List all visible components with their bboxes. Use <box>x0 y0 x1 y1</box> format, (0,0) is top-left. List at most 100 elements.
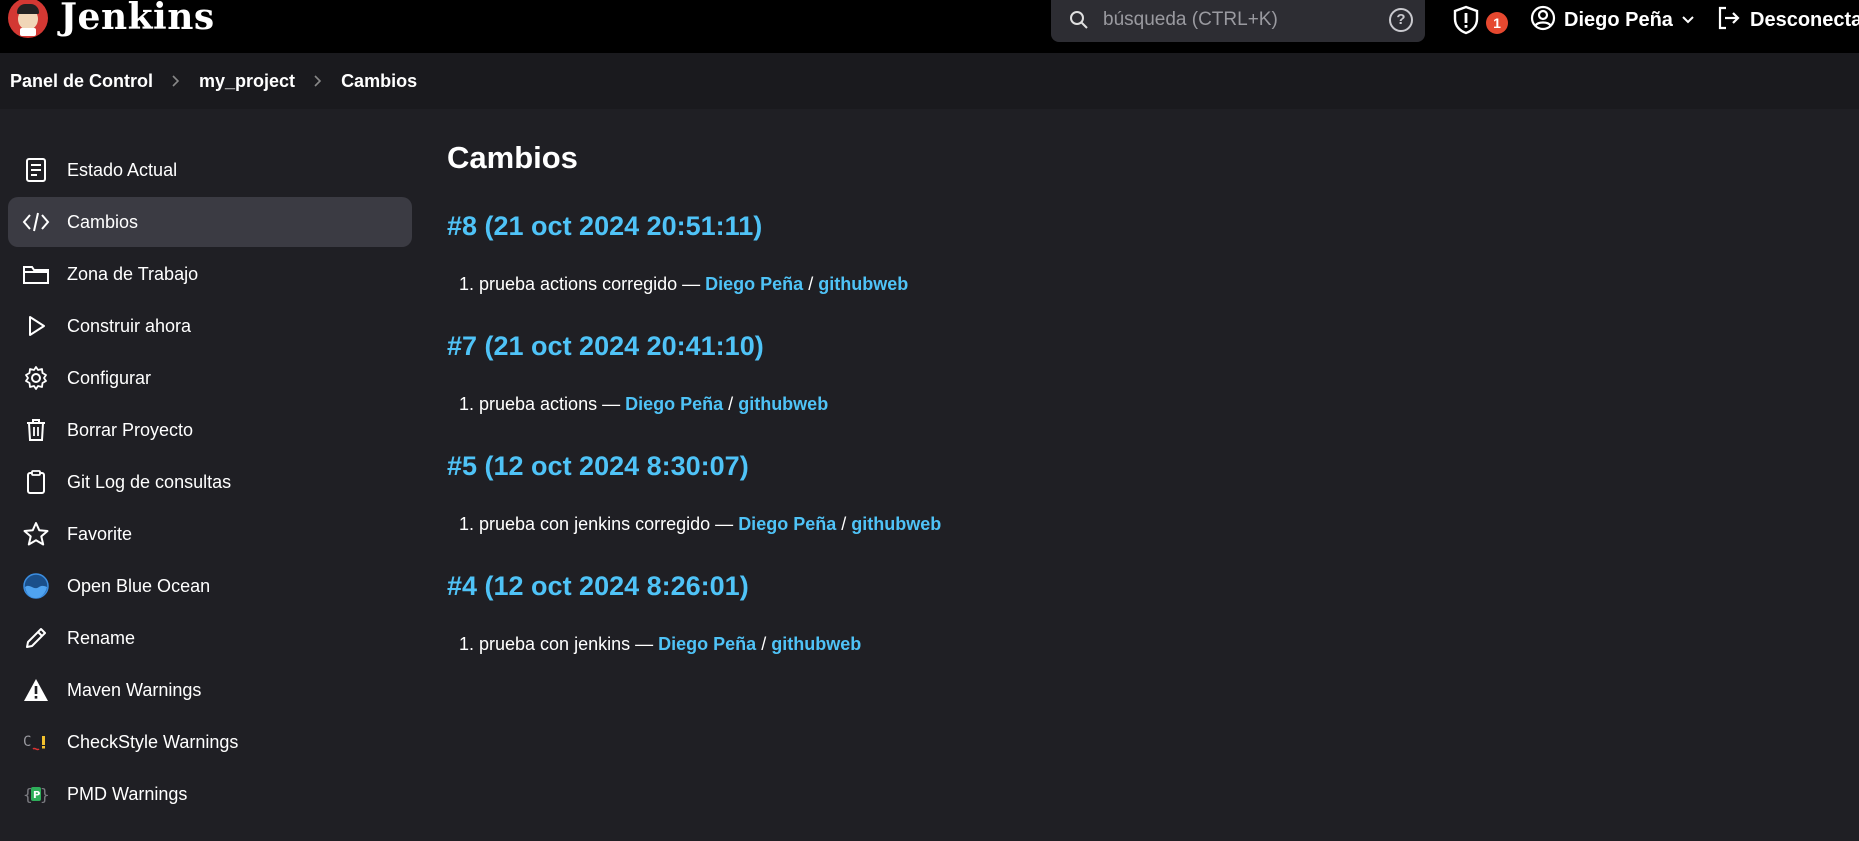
sidebar-item-label: Construir ahora <box>67 315 192 336</box>
separator: — <box>682 274 701 294</box>
main-content: Cambios #8 (21 oct 2024 20:51:11) prueba… <box>447 140 1807 686</box>
folder-icon <box>22 260 50 288</box>
commit-message: prueba actions corregido <box>479 274 678 294</box>
sidebar-item-label: Configurar <box>67 367 152 388</box>
chevron-right-icon <box>313 74 323 88</box>
slash: / <box>808 274 814 294</box>
change-list: prueba con jenkins — Diego Peña / github… <box>447 632 1807 656</box>
pencil-icon <box>22 624 50 652</box>
sidebar-item-build-now[interactable]: Construir ahora <box>8 301 412 351</box>
sidebar-item-workspace[interactable]: Zona de Trabajo <box>8 249 412 299</box>
jenkins-logo-icon <box>8 0 48 38</box>
jenkins-home-link[interactable]: Jenkins <box>8 0 215 53</box>
star-icon <box>22 520 50 548</box>
security-count-badge: 1 <box>1486 11 1508 34</box>
breadcrumb-dashboard[interactable]: Panel de Control <box>10 71 153 92</box>
sidebar-item-changes[interactable]: Cambios <box>8 197 412 247</box>
blue-ocean-icon <box>22 572 50 600</box>
search-input[interactable] <box>1101 6 1375 34</box>
sidebar-item-label: Zona de Trabajo <box>67 263 199 284</box>
sidebar-item-label: Favorite <box>67 523 133 544</box>
pmd-icon: {} P <box>22 780 50 808</box>
sidebar-item-blue-ocean[interactable]: Open Blue Ocean <box>8 561 412 611</box>
svg-text:C: C <box>23 734 31 750</box>
slash: / <box>728 394 734 414</box>
clipboard-icon <box>22 468 50 496</box>
author-link[interactable]: Diego Peña <box>625 394 723 414</box>
checkstyle-icon: C <box>22 728 50 756</box>
sidebar-item-git-log[interactable]: Git Log de consultas <box>8 457 412 507</box>
slash: / <box>761 634 767 654</box>
svg-text:}: } <box>40 785 50 804</box>
sidebar-item-label: Borrar Proyecto <box>67 419 194 440</box>
build-link[interactable]: #8 (21 oct 2024 20:51:11) <box>447 206 1807 246</box>
sidebar-item-label: Maven Warnings <box>67 679 202 700</box>
sidebar-item-label: CheckStyle Warnings <box>67 731 239 752</box>
breadcrumb: Panel de Control my_project Cambios <box>0 53 1859 109</box>
breadcrumb-current[interactable]: Cambios <box>341 71 417 92</box>
sidebar-item-rename[interactable]: Rename <box>8 613 412 663</box>
change-list: prueba con jenkins corregido — Diego Peñ… <box>447 512 1807 536</box>
svg-text:P: P <box>33 790 40 801</box>
sidebar-item-pmd-warnings[interactable]: {} P PMD Warnings <box>8 769 412 819</box>
author-link[interactable]: Diego Peña <box>705 274 803 294</box>
change-list: prueba actions — Diego Peña / githubweb <box>447 392 1807 416</box>
author-link[interactable]: Diego Peña <box>738 514 836 534</box>
separator: — <box>602 394 621 414</box>
search-icon <box>1069 10 1089 35</box>
user-name: Diego Peña <box>1564 9 1673 31</box>
sidebar-item-label: Estado Actual <box>67 159 178 180</box>
sidebar-item-status[interactable]: Estado Actual <box>8 145 412 195</box>
brand-name: Jenkins <box>60 0 215 38</box>
sidebar-item-delete-project[interactable]: Borrar Proyecto <box>8 405 412 455</box>
play-icon <box>22 312 50 340</box>
build-link[interactable]: #7 (21 oct 2024 20:41:10) <box>447 326 1807 366</box>
separator: — <box>635 634 654 654</box>
repo-link[interactable]: githubweb <box>851 514 941 534</box>
search-box[interactable]: ? <box>1051 0 1425 42</box>
logout-icon <box>1716 5 1742 36</box>
sidebar-item-label: Rename <box>67 627 136 648</box>
sidebar-item-label: Open Blue Ocean <box>67 575 211 596</box>
build-link[interactable]: #4 (12 oct 2024 8:26:01) <box>447 566 1807 606</box>
commit-message: prueba con jenkins corregido <box>479 514 711 534</box>
logout-button[interactable]: Desconectar <box>1716 5 1859 36</box>
change-list: prueba actions corregido — Diego Peña / … <box>447 272 1807 296</box>
sidebar: Estado Actual Cambios Zona de Trabajo Co… <box>8 145 412 821</box>
repo-link[interactable]: githubweb <box>771 634 861 654</box>
top-header: Jenkins ? 1 Diego Peña Desconectar <box>0 0 1859 53</box>
author-link[interactable]: Diego Peña <box>658 634 756 654</box>
chevron-right-icon <box>171 74 181 88</box>
page-title: Cambios <box>447 140 578 175</box>
document-icon <box>22 156 50 184</box>
code-icon <box>22 208 50 236</box>
help-icon[interactable]: ? <box>1389 8 1413 32</box>
security-alerts-button[interactable]: 1 <box>1452 5 1508 40</box>
list-item: prueba con jenkins — Diego Peña / github… <box>479 632 1807 656</box>
list-item: prueba con jenkins corregido — Diego Peñ… <box>479 512 1807 536</box>
commit-message: prueba con jenkins <box>479 634 631 654</box>
slash: / <box>841 514 847 534</box>
sidebar-item-configure[interactable]: Configurar <box>8 353 412 403</box>
gear-icon <box>22 364 50 392</box>
sidebar-item-checkstyle-warnings[interactable]: C CheckStyle Warnings <box>8 717 412 767</box>
list-item: prueba actions — Diego Peña / githubweb <box>479 392 1807 416</box>
sidebar-item-label: Git Log de consultas <box>67 471 232 492</box>
breadcrumb-project[interactable]: my_project <box>199 71 295 92</box>
list-item: prueba actions corregido — Diego Peña / … <box>479 272 1807 296</box>
user-menu[interactable]: Diego Peña <box>1530 5 1695 36</box>
repo-link[interactable]: githubweb <box>738 394 828 414</box>
separator: — <box>715 514 734 534</box>
commit-message: prueba actions <box>479 394 598 414</box>
repo-link[interactable]: githubweb <box>818 274 908 294</box>
warning-icon <box>22 676 50 704</box>
sidebar-item-label: PMD Warnings <box>67 783 188 804</box>
sidebar-item-maven-warnings[interactable]: Maven Warnings <box>8 665 412 715</box>
shield-alert-icon <box>1452 5 1480 40</box>
sidebar-item-favorite[interactable]: Favorite <box>8 509 412 559</box>
user-avatar-icon <box>1530 5 1556 36</box>
build-link[interactable]: #5 (12 oct 2024 8:30:07) <box>447 446 1807 486</box>
chevron-down-icon <box>1681 12 1695 30</box>
sidebar-item-label: Cambios <box>67 211 139 232</box>
trash-icon <box>22 416 50 444</box>
